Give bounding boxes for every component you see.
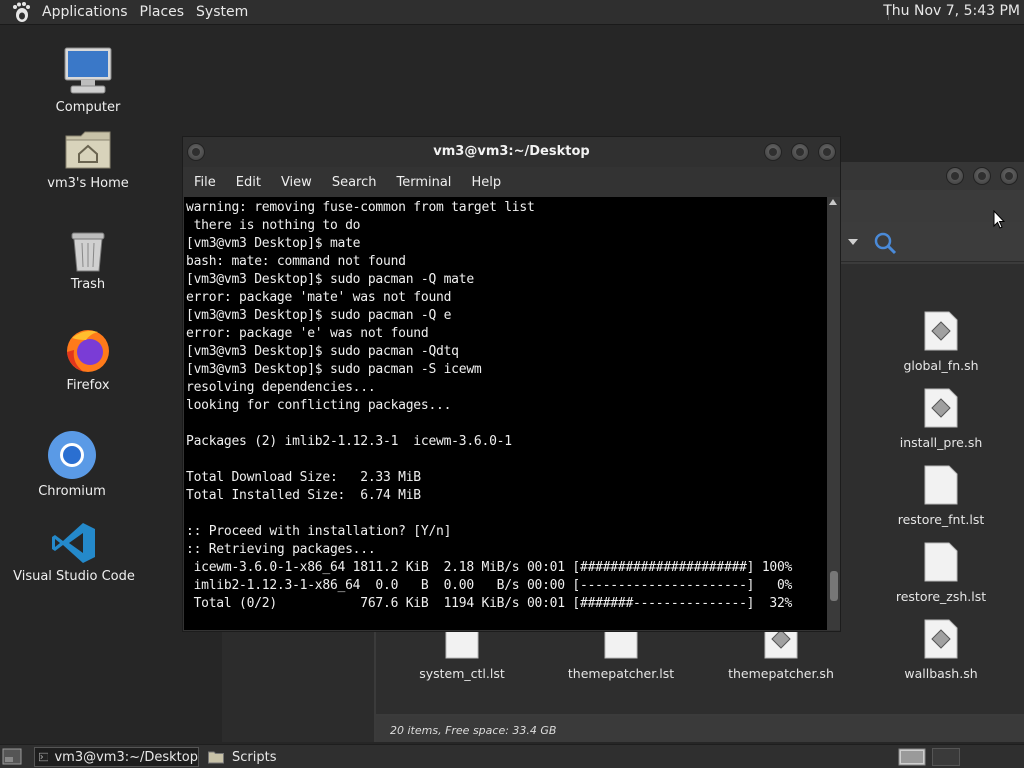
vscode-icon <box>52 523 95 563</box>
menu-terminal[interactable]: Terminal <box>386 175 461 190</box>
desktop-icon-computer[interactable]: Computer <box>23 46 153 115</box>
terminal-line: :: Proceed with installation? [Y/n] <box>186 524 452 539</box>
maximize-button[interactable] <box>973 167 991 185</box>
terminal-line: Total Download Size: 2.33 MiB <box>186 470 421 485</box>
file-name: system_ctl.lst <box>419 666 505 681</box>
terminal-line: [vm3@vm3 Desktop]$ sudo pacman -S icewm <box>186 362 482 377</box>
terminal-line: [vm3@vm3 Desktop]$ sudo pacman -Q mate <box>186 272 474 287</box>
desktop-icon-firefox[interactable]: Firefox <box>23 326 153 393</box>
script-file-icon <box>924 388 958 428</box>
text-file-icon <box>924 542 958 582</box>
terminal-line: [vm3@vm3 Desktop]$ sudo pacman -Q e <box>186 308 452 323</box>
gnome-foot-icon[interactable] <box>10 1 32 23</box>
computer-icon <box>64 47 112 94</box>
menu-file[interactable]: File <box>183 175 226 190</box>
home-folder-icon <box>65 131 111 169</box>
script-file-icon <box>924 311 958 351</box>
desktop-icon-label: Chromium <box>38 484 106 499</box>
terminal-line: :: Retrieving packages... <box>186 542 376 557</box>
search-icon[interactable] <box>873 231 897 255</box>
desktop-icon-label: Firefox <box>66 378 110 393</box>
terminal-line: there is nothing to do <box>186 218 361 233</box>
scrollbar-thumb[interactable] <box>830 571 838 601</box>
terminal-window: vm3@vm3:~/Desktop File Edit View Search … <box>182 136 841 632</box>
close-button[interactable] <box>818 143 836 161</box>
file-name: themepatcher.lst <box>567 666 675 681</box>
menu-search[interactable]: Search <box>322 175 387 190</box>
terminal-line: Packages (2) imlib2-1.12.3-1 icewm-3.6.0… <box>186 434 512 449</box>
file-name: wallbash.sh <box>904 666 978 681</box>
terminal-titlebar[interactable]: vm3@vm3:~/Desktop <box>183 137 840 167</box>
dropdown-arrow-icon[interactable] <box>848 239 858 245</box>
bottom-panel: vm3@vm3:~/Desktop Scripts <box>0 744 1024 768</box>
file-name: install_pre.sh <box>899 435 983 450</box>
desktop-icon-label: Trash <box>70 277 106 292</box>
file-item[interactable]: wallbash.sh <box>881 618 1001 681</box>
terminal-line: error: package 'mate' was not found <box>186 290 452 305</box>
file-name: restore_zsh.lst <box>895 589 987 604</box>
maximize-button[interactable] <box>791 143 809 161</box>
scroll-up-arrow-icon[interactable] <box>829 199 837 205</box>
close-button[interactable] <box>1000 167 1018 185</box>
terminal-icon <box>39 752 49 762</box>
top-panel: Applications Places System Thu Nov 7, 5:… <box>0 0 1024 25</box>
file-item[interactable]: restore_zsh.lst <box>881 541 1001 604</box>
terminal-line: imlib2-1.12.3-1-x86_64 0.0 B 0.00 B/s 00… <box>186 578 793 593</box>
window-menu-button[interactable] <box>187 143 205 161</box>
taskbar-label: Scripts <box>232 749 277 765</box>
terminal-line: [vm3@vm3 Desktop]$ mate <box>186 236 361 251</box>
menu-help[interactable]: Help <box>461 175 511 190</box>
chromium-icon <box>48 431 96 479</box>
desktop-icon-label: Visual Studio Code <box>13 569 135 584</box>
clock[interactable]: Thu Nov 7, 5:43 PM <box>883 3 1020 19</box>
applications-menu[interactable]: Applications <box>36 4 134 20</box>
file-name: themepatcher.sh <box>728 666 834 681</box>
file-item[interactable]: global_fn.sh <box>881 310 1001 373</box>
menu-view[interactable]: View <box>271 175 322 190</box>
desktop-icon-label: Computer <box>55 100 121 115</box>
terminal-output[interactable]: warning: removing fuse-common from targe… <box>184 197 827 630</box>
places-menu[interactable]: Places <box>134 4 191 20</box>
taskbar-scripts[interactable]: Scripts <box>206 747 326 767</box>
desktop-icon-label: vm3's Home <box>47 176 129 191</box>
file-item[interactable]: install_pre.sh <box>881 387 1001 450</box>
terminal-line: [vm3@vm3 Desktop]$ sudo pacman -Qdtq <box>186 344 459 359</box>
folder-icon <box>208 751 224 764</box>
mouse-cursor-icon <box>993 210 1005 229</box>
desktop-icon-trash[interactable]: Trash <box>23 229 153 292</box>
terminal-line: error: package 'e' was not found <box>186 326 429 341</box>
firefox-icon <box>67 330 109 372</box>
file-name: global_fn.sh <box>903 358 979 373</box>
terminal-line: resolving dependencies... <box>186 380 376 395</box>
file-item[interactable]: restore_fnt.lst <box>881 464 1001 527</box>
desktop-icon-chromium[interactable]: Chromium <box>7 430 137 499</box>
workspace-switcher-icon[interactable] <box>898 748 926 766</box>
script-file-icon <box>924 619 958 659</box>
file-manager-status: 20 items, Free space: 33.4 GB <box>376 716 1024 742</box>
text-file-icon <box>924 465 958 505</box>
desktop-icon-vscode[interactable]: Visual Studio Code <box>9 521 139 584</box>
desktop-icon-home[interactable]: vm3's Home <box>23 128 153 191</box>
terminal-line: bash: mate: command not found <box>186 254 406 269</box>
terminal-scrollbar[interactable] <box>827 197 840 630</box>
minimize-button[interactable] <box>946 167 964 185</box>
workspace-slot[interactable] <box>932 748 960 766</box>
show-desktop-icon[interactable] <box>2 748 22 765</box>
menu-edit[interactable]: Edit <box>226 175 271 190</box>
terminal-menubar: File Edit View Search Terminal Help <box>183 167 840 197</box>
terminal-line: looking for conflicting packages... <box>186 398 452 413</box>
terminal-line: warning: removing fuse-common from targe… <box>186 200 535 215</box>
terminal-line: Total (0/2) 767.6 KiB 1194 KiB/s 00:01 [… <box>186 596 793 611</box>
terminal-line: icewm-3.6.0-1-x86_64 1811.2 KiB 2.18 MiB… <box>186 560 793 575</box>
taskbar-terminal[interactable]: vm3@vm3:~/Desktop <box>34 747 199 767</box>
system-menu[interactable]: System <box>190 4 254 20</box>
trash-icon <box>71 232 105 272</box>
minimize-button[interactable] <box>764 143 782 161</box>
file-name: restore_fnt.lst <box>897 512 985 527</box>
terminal-line: Total Installed Size: 6.74 MiB <box>186 488 421 503</box>
taskbar-label: vm3@vm3:~/Desktop <box>54 749 198 765</box>
